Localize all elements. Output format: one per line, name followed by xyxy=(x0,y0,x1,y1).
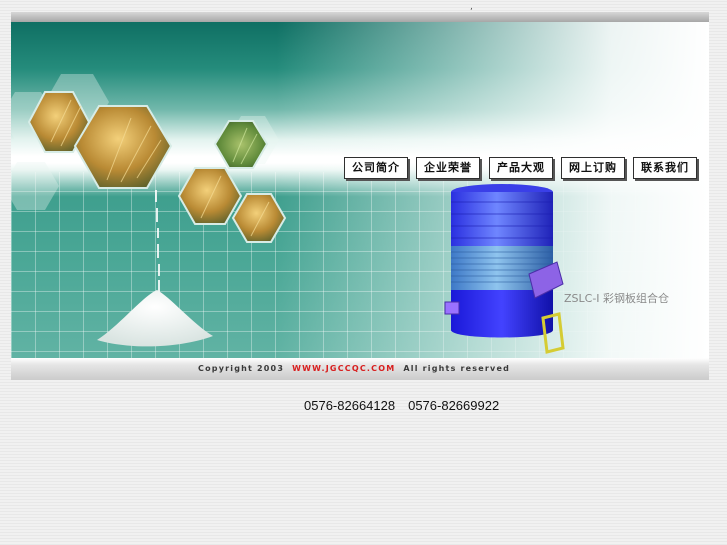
nav-contact-us[interactable]: 联系我们 xyxy=(633,157,697,179)
banner-artwork xyxy=(11,74,565,354)
rice-hex-5 xyxy=(231,193,287,243)
banner: 公司简介 企业荣誉 产品大观 网上订购 联系我们 ZSLC-I 彩钢板组合仓 xyxy=(11,22,709,358)
top-marks: , ” xyxy=(470,2,503,22)
main-nav: 公司简介 企业荣誉 产品大观 网上订购 联系我们 xyxy=(344,157,704,179)
nav-company-honors[interactable]: 企业荣誉 xyxy=(416,157,480,179)
nav-online-order[interactable]: 网上订购 xyxy=(561,157,625,179)
phone-number-2: 0576-82669922 xyxy=(408,398,500,413)
contact-phones: 0576-82664128 0576-82669922 xyxy=(304,398,499,413)
nav-company-profile[interactable]: 公司简介 xyxy=(344,157,408,179)
top-strip xyxy=(11,12,709,22)
copyright-text: Copyright 2003 xyxy=(198,364,285,373)
rice-hex-4 xyxy=(177,167,243,225)
grain-stream xyxy=(155,190,160,296)
rice-pile xyxy=(97,290,213,347)
silo-illustration xyxy=(444,184,565,354)
footer-copyright: Copyright 2003 WWW.JGCCQC.COM All rights r… xyxy=(198,358,510,380)
product-label: ZSLC-I 彩钢板组合仓 xyxy=(564,292,670,305)
rights-text: All rights reserved xyxy=(403,364,511,373)
nav-products[interactable]: 产品大观 xyxy=(489,157,553,179)
footer-bar: Copyright 2003 WWW.JGCCQC.COM All rights r… xyxy=(11,358,709,380)
website-link[interactable]: WWW.JGCCQC.COM xyxy=(292,364,395,373)
phone-number-1: 0576-82664128 xyxy=(304,398,396,413)
